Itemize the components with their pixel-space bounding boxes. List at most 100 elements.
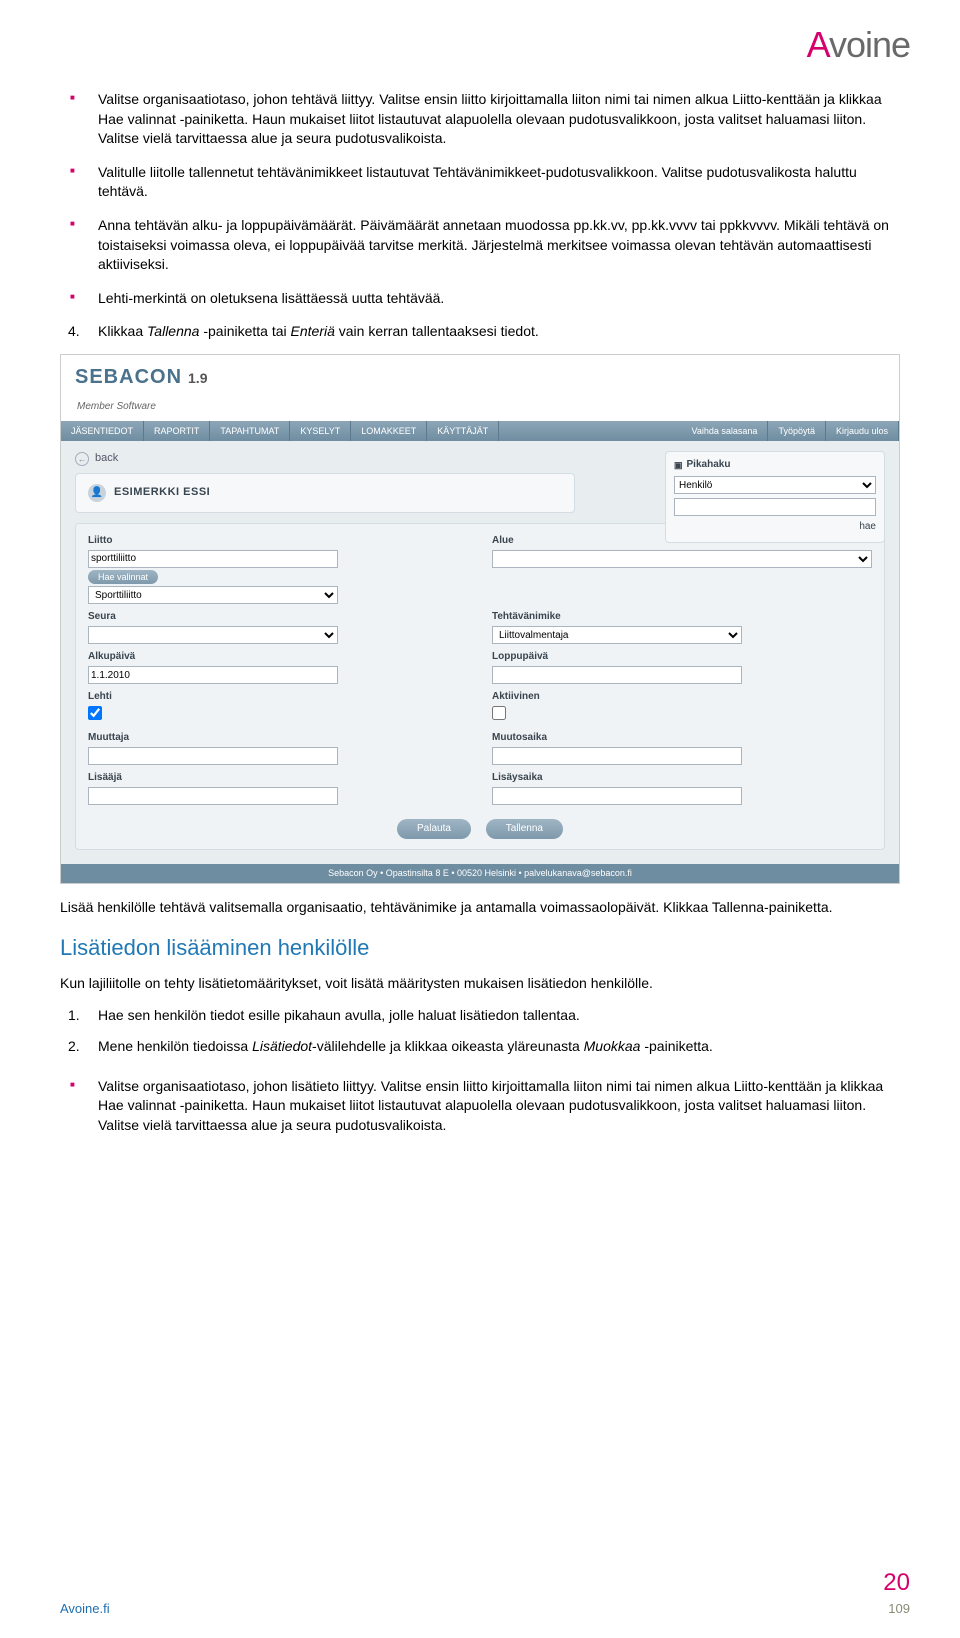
label-alkupaiva: Alkupäivä [88,650,468,664]
checkbox-lehti[interactable] [88,706,102,720]
field-muutosaika: Muutosaika [492,731,872,765]
back-arrow-icon: ← [75,452,89,466]
input-lisaaja[interactable] [88,787,338,805]
person-icon: 👤 [88,484,106,502]
field-liitto: Liitto Hae valinnat Sporttiliitto [88,534,468,605]
app-version: 1.9 [188,369,207,389]
numbered-list-1: 4. Klikkaa Tallenna -painiketta tai Ente… [60,322,900,342]
list-item: 4. Klikkaa Tallenna -painiketta tai Ente… [60,322,900,342]
page-footer: Avoine.fi 20 109 [60,1566,910,1618]
nav-raportit[interactable]: RAPORTIT [144,421,210,442]
nav-jasentiedot[interactable]: JÄSENTIEDOT [61,421,144,442]
person-name: ESIMERKKI ESSI [114,485,210,500]
field-loppupaiva: Loppupäivä [492,650,872,684]
footer-page-number: 20 [883,1566,910,1600]
field-lisaaja: Lisääjä [88,771,468,805]
bullet-item: Lehti-merkintä on oletuksena lisättäessä… [60,289,900,309]
quick-search-type-select[interactable]: Henkilö [674,476,876,494]
list-text: Mene henkilön tiedoissa Lisätiedot-välil… [98,1038,713,1054]
app-screenshot: SEBACON 1.9 Member Software JÄSENTIEDOT … [60,354,900,884]
list-text: Hae sen henkilön tiedot esille pikahaun … [98,1007,580,1023]
field-alue: Alue [492,534,872,605]
app-subtitle: Member Software [77,401,156,412]
label-loppupaiva: Loppupäivä [492,650,872,664]
bullet-item: Valitse organisaatiotaso, johon tehtävä … [60,90,900,149]
app-header: SEBACON 1.9 [61,355,899,395]
input-muuttaja[interactable] [88,747,338,765]
logo-letter-a: A [807,24,829,65]
footer-page-number-2: 109 [883,1600,910,1618]
input-muutosaika[interactable] [492,747,742,765]
select-seura[interactable] [88,626,338,644]
field-alkupaiva: Alkupäivä [88,650,468,684]
label-muutosaika: Muutosaika [492,731,872,745]
nav-kyselyt[interactable]: KYSELYT [290,421,351,442]
paragraph: Kun lajiliitolle on tehty lisätietomääri… [60,974,900,994]
list-item: 1. Hae sen henkilön tiedot esille pikaha… [60,1006,900,1026]
select-liitto[interactable]: Sporttiliitto [88,586,338,604]
nav-kirjaudu-ulos[interactable]: Kirjaudu ulos [826,421,899,442]
quick-search-panel: ▣ Pikahaku Henkilö hae [665,451,885,543]
input-liitto[interactable] [88,550,338,568]
bullet-list-2: Valitse organisaatiotaso, johon lisätiet… [60,1077,900,1136]
label-lisaysaika: Lisäysaika [492,771,872,785]
label-seura: Seura [88,610,468,624]
select-alue[interactable] [492,550,872,568]
app-footer: Sebacon Oy • Opastinsilta 8 E • 00520 He… [61,864,899,883]
list-number: 4. [68,322,80,342]
field-lisaysaika: Lisäysaika [492,771,872,805]
field-tehtavanimike: Tehtävänimike Liittovalmentaja [492,610,872,644]
bullet-text: Lehti-merkintä on oletuksena lisättäessä… [98,290,444,306]
label-lisaaja: Lisääjä [88,771,468,785]
nav-tyopoyta[interactable]: Työpöytä [768,421,826,442]
bullet-list-1: Valitse organisaatiotaso, johon tehtävä … [60,90,900,308]
quick-search-hae[interactable]: hae [859,521,876,532]
label-aktiivinen: Aktiivinen [492,690,872,704]
person-card: 👤 ESIMERKKI ESSI [75,473,575,513]
form-panel: Liitto Hae valinnat Sporttiliitto Alue S… [75,523,885,851]
label-tehtavanimike: Tehtävänimike [492,610,872,624]
logo-rest: voine [829,24,910,65]
field-seura: Seura [88,610,468,644]
list-number: 1. [68,1006,80,1026]
tallenna-button[interactable]: Tallenna [486,819,563,839]
input-lisaysaika[interactable] [492,787,742,805]
field-lehti: Lehti [88,690,468,725]
nav-tapahtumat[interactable]: TAPAHTUMAT [210,421,290,442]
input-alkupaiva[interactable] [88,666,338,684]
section-heading: Lisätiedon lisääminen henkilölle [60,933,900,964]
app-brand: SEBACON [75,363,182,391]
form-buttons: Palauta Tallenna [88,811,872,839]
list-text: Klikkaa Tallenna -painiketta tai Enteriä… [98,323,539,339]
bullet-text: Valitulle liitolle tallennetut tehtäväni… [98,164,857,200]
expand-icon[interactable]: ▣ [674,459,683,472]
hae-valinnat-button[interactable]: Hae valinnat [88,570,158,585]
field-muuttaja: Muuttaja [88,731,468,765]
label-lehti: Lehti [88,690,468,704]
field-aktiivinen: Aktiivinen [492,690,872,725]
palauta-button[interactable]: Palauta [397,819,471,839]
nav-kayttajat[interactable]: KÄYTTÄJÄT [427,421,499,442]
screenshot-caption: Lisää henkilölle tehtävä valitsemalla or… [60,898,900,918]
back-label: back [95,451,118,466]
brand-logo: Avoine [807,20,910,70]
select-tehtavanimike[interactable]: Liittovalmentaja [492,626,742,644]
app-navbar: JÄSENTIEDOT RAPORTIT TAPAHTUMAT KYSELYT … [61,421,899,442]
nav-lomakkeet[interactable]: LOMAKKEET [351,421,427,442]
bullet-item: Anna tehtävän alku- ja loppupäivämäärät.… [60,216,900,275]
nav-vaihda-salasana[interactable]: Vaihda salasana [682,421,769,442]
list-item: 2. Mene henkilön tiedoissa Lisätiedot-vä… [60,1037,900,1057]
quick-search-title: Pikahaku [687,458,731,472]
bullet-text: Valitse organisaatiotaso, johon lisätiet… [98,1078,883,1133]
bullet-text: Valitse organisaatiotaso, johon tehtävä … [98,91,882,146]
input-loppupaiva[interactable] [492,666,742,684]
bullet-item: Valitulle liitolle tallennetut tehtäväni… [60,163,900,202]
numbered-list-2: 1. Hae sen henkilön tiedot esille pikaha… [60,1006,900,1057]
list-number: 2. [68,1037,80,1057]
label-muuttaja: Muuttaja [88,731,468,745]
quick-search-input[interactable] [674,498,876,516]
checkbox-aktiivinen[interactable] [492,706,506,720]
label-liitto: Liitto [88,534,468,548]
bullet-item: Valitse organisaatiotaso, johon lisätiet… [60,1077,900,1136]
bullet-text: Anna tehtävän alku- ja loppupäivämäärät.… [98,217,889,272]
